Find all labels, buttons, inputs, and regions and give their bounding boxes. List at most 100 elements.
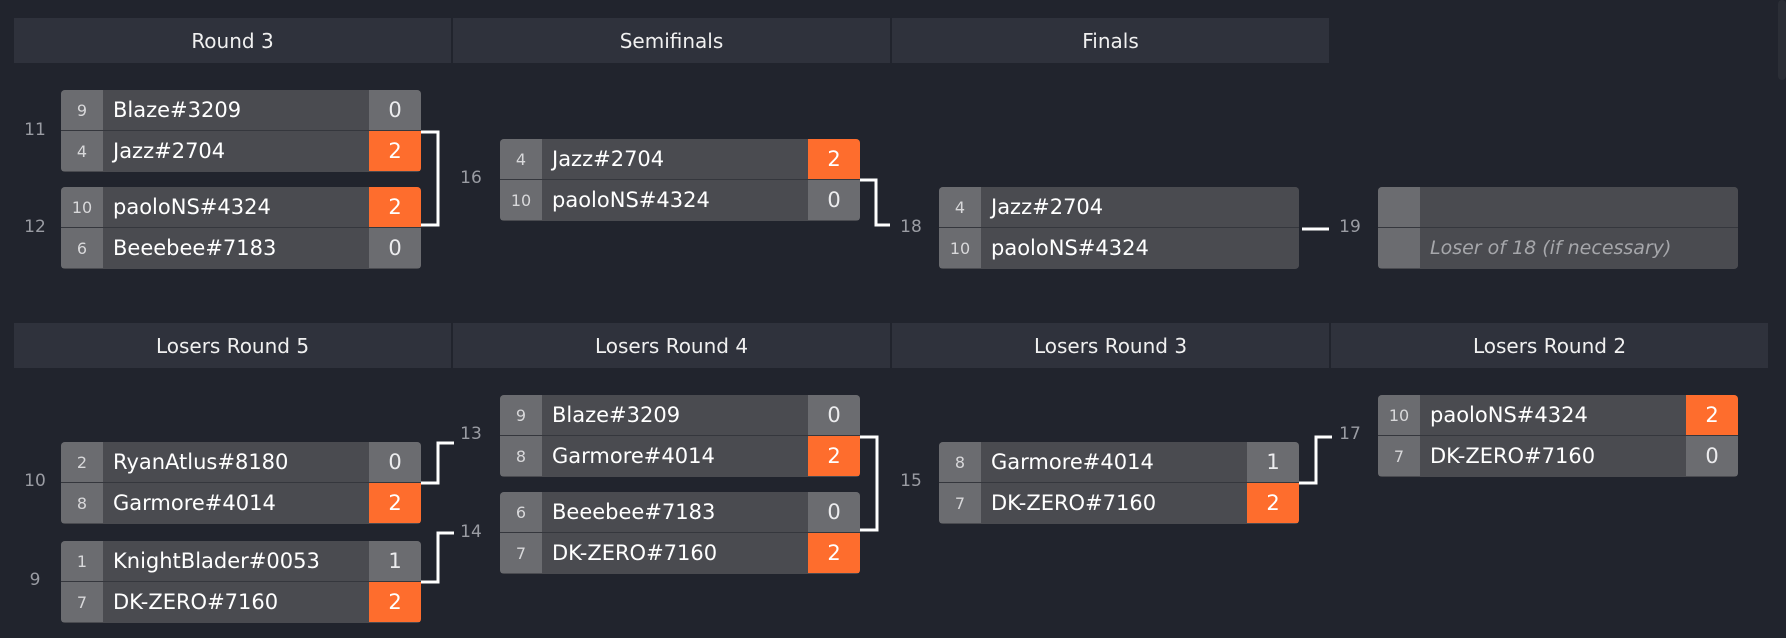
- score: 0: [808, 395, 860, 435]
- winning-score: 2: [369, 131, 421, 171]
- seed: 10: [500, 180, 542, 220]
- match-slot[interactable]: 6 Beeebee#7183 0: [500, 492, 860, 532]
- match-slot[interactable]: 6 Beeebee#7183 0: [61, 228, 421, 268]
- match-slot[interactable]: 8 Garmore#4014 2: [61, 483, 421, 523]
- match-slot[interactable]: 10 paoloNS#4324 2: [1378, 395, 1738, 435]
- player-name: DK-ZERO#7160: [103, 582, 369, 622]
- score: 0: [808, 492, 860, 532]
- header-losers-round-3: Losers Round 3: [892, 323, 1329, 368]
- winning-score: 2: [808, 533, 860, 573]
- seed: 7: [61, 582, 103, 622]
- seed: 7: [1378, 436, 1420, 476]
- player-name: Garmore#4014: [981, 442, 1247, 482]
- match-19[interactable]: Loser of 18 (if necessary): [1378, 187, 1738, 269]
- match-slot[interactable]: 4 Jazz#2704 2: [500, 139, 860, 179]
- seed: 9: [61, 90, 103, 130]
- header-semifinals: Semifinals: [453, 18, 890, 63]
- match-16[interactable]: 4 Jazz#2704 2 10 paoloNS#4324 0: [500, 139, 860, 221]
- connector-11-12: [421, 130, 440, 227]
- seed: 6: [61, 228, 103, 268]
- seed: [1378, 228, 1420, 268]
- match-15[interactable]: 8 Garmore#4014 1 7 DK-ZERO#7160 2: [939, 442, 1299, 524]
- header-round-3: Round 3: [14, 18, 451, 63]
- connector-13-14: [860, 435, 879, 532]
- player-name: paoloNS#4324: [1420, 395, 1686, 435]
- score: 1: [369, 541, 421, 581]
- seed: 8: [500, 436, 542, 476]
- connector-16: [860, 178, 890, 227]
- match-number-10: 10: [24, 471, 46, 491]
- score: 0: [369, 442, 421, 482]
- match-14[interactable]: 6 Beeebee#7183 0 7 DK-ZERO#7160 2: [500, 492, 860, 574]
- match-slot[interactable]: 10 paoloNS#4324 2: [61, 187, 421, 227]
- match-slot[interactable]: 7 DK-ZERO#7160 2: [939, 483, 1299, 523]
- seed: 7: [500, 533, 542, 573]
- match-slot[interactable]: 7 DK-ZERO#7160 0: [1378, 436, 1738, 476]
- seed: 8: [61, 483, 103, 523]
- scrollbar[interactable]: [1778, 0, 1786, 80]
- match-number-16: 16: [460, 168, 482, 188]
- match-number-18: 18: [900, 217, 922, 237]
- match-18[interactable]: 4 Jazz#2704 10 paoloNS#4324: [939, 187, 1299, 269]
- player-name: Beeebee#7183: [103, 228, 369, 268]
- match-slot[interactable]: 2 RyanAtlus#8180 0: [61, 442, 421, 482]
- player-name: Blaze#3209: [542, 395, 808, 435]
- match-12[interactable]: 10 paoloNS#4324 2 6 Beeebee#7183 0: [61, 187, 421, 269]
- winning-score: 2: [808, 139, 860, 179]
- match-number-12: 12: [24, 217, 46, 237]
- player-name: KnightBlader#0053: [103, 541, 369, 581]
- player-name: Garmore#4014: [542, 436, 808, 476]
- match-slot[interactable]: 7 DK-ZERO#7160 2: [61, 582, 421, 622]
- match-13[interactable]: 9 Blaze#3209 0 8 Garmore#4014 2: [500, 395, 860, 477]
- player-name: DK-ZERO#7160: [1420, 436, 1686, 476]
- match-slot[interactable]: 8 Garmore#4014 1: [939, 442, 1299, 482]
- seed: [1378, 187, 1420, 227]
- match-slot[interactable]: 9 Blaze#3209 0: [61, 90, 421, 130]
- player-name: DK-ZERO#7160: [542, 533, 808, 573]
- match-number-13: 13: [460, 424, 482, 444]
- seed: 4: [61, 131, 103, 171]
- header-finals: Finals: [892, 18, 1329, 63]
- player-name: Beeebee#7183: [542, 492, 808, 532]
- seed: 2: [61, 442, 103, 482]
- winning-score: 2: [1247, 483, 1299, 523]
- player-name: DK-ZERO#7160: [981, 483, 1247, 523]
- match-slot[interactable]: 7 DK-ZERO#7160 2: [500, 533, 860, 573]
- header-losers-round-2: Losers Round 2: [1331, 323, 1768, 368]
- player-name: RyanAtlus#8180: [103, 442, 369, 482]
- match-slot[interactable]: 4 Jazz#2704: [939, 187, 1299, 227]
- seed: 9: [500, 395, 542, 435]
- match-number-15: 15: [900, 471, 922, 491]
- match-slot[interactable]: 4 Jazz#2704 2: [61, 131, 421, 171]
- connector-10: [421, 441, 454, 485]
- player-name: Jazz#2704: [981, 187, 1299, 227]
- player-name: Garmore#4014: [103, 483, 369, 523]
- winning-score: 2: [808, 436, 860, 476]
- match-slot[interactable]: 8 Garmore#4014 2: [500, 436, 860, 476]
- score: 0: [808, 180, 860, 220]
- match-11[interactable]: 9 Blaze#3209 0 4 Jazz#2704 2: [61, 90, 421, 172]
- match-slot[interactable]: 10 paoloNS#4324 0: [500, 180, 860, 220]
- winning-score: 2: [369, 483, 421, 523]
- score: 0: [369, 90, 421, 130]
- player-name: paoloNS#4324: [981, 228, 1299, 268]
- player-name: paoloNS#4324: [542, 180, 808, 220]
- match-slot[interactable]: 10 paoloNS#4324: [939, 228, 1299, 268]
- match-slot[interactable]: 9 Blaze#3209 0: [500, 395, 860, 435]
- seed: 10: [1378, 395, 1420, 435]
- match-10[interactable]: 2 RyanAtlus#8180 0 8 Garmore#4014 2: [61, 442, 421, 524]
- seed: 8: [939, 442, 981, 482]
- player-name: paoloNS#4324: [103, 187, 369, 227]
- match-9[interactable]: 1 KnightBlader#0053 1 7 DK-ZERO#7160 2: [61, 541, 421, 623]
- match-slot[interactable]: 1 KnightBlader#0053 1: [61, 541, 421, 581]
- header-losers-round-5: Losers Round 5: [14, 323, 451, 368]
- connector-9: [421, 531, 454, 584]
- match-17[interactable]: 10 paoloNS#4324 2 7 DK-ZERO#7160 0: [1378, 395, 1738, 477]
- seed: 10: [939, 228, 981, 268]
- player-name: [1420, 187, 1738, 227]
- match-slot[interactable]: Loser of 18 (if necessary): [1378, 228, 1738, 268]
- match-slot[interactable]: [1378, 187, 1738, 227]
- match-number-14: 14: [460, 522, 482, 542]
- match-number-19: 19: [1339, 217, 1361, 237]
- score: 1: [1247, 442, 1299, 482]
